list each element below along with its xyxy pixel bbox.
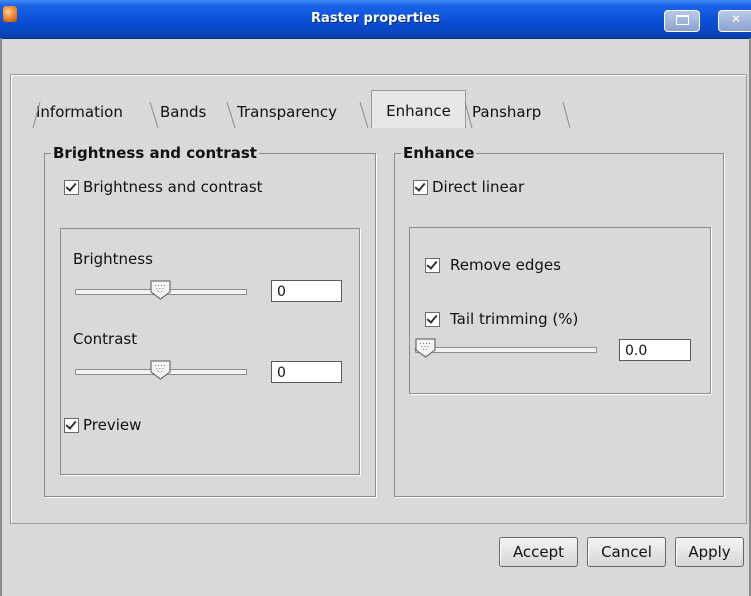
slider-thumb-icon[interactable] <box>150 280 171 300</box>
accept-button[interactable]: Accept <box>499 537 578 567</box>
checkbox-label: Tail trimming (%) <box>450 310 579 328</box>
checkbox-checked-icon <box>64 179 79 195</box>
close-icon: ✕ <box>730 12 742 26</box>
title-bar[interactable]: Raster properties ✕ <box>0 0 751 39</box>
contrast-slider[interactable] <box>75 360 247 381</box>
brightness-slider[interactable] <box>75 280 247 301</box>
contrast-label: Contrast <box>73 330 138 348</box>
checkbox-checked-icon <box>64 417 79 433</box>
minimize-button[interactable] <box>664 10 700 32</box>
tail-trimming-value-field[interactable]: 0.0 <box>619 339 691 361</box>
cancel-button[interactable]: Cancel <box>587 537 666 567</box>
checkbox-label: Preview <box>83 416 142 434</box>
tail-trimming-checkbox[interactable]: Tail trimming (%) <box>425 310 578 328</box>
window-title: Raster properties <box>311 11 440 26</box>
direct-linear-checkbox[interactable]: Direct linear <box>413 178 524 196</box>
checkbox-checked-icon <box>425 311 440 327</box>
slider-thumb-icon[interactable] <box>415 338 436 358</box>
group-title: Brightness and contrast <box>51 144 259 162</box>
group-title: Enhance <box>401 144 477 162</box>
checkbox-label: Brightness and contrast <box>83 178 263 196</box>
slider-thumb-icon[interactable] <box>150 360 171 380</box>
checkbox-label: Direct linear <box>432 178 525 196</box>
remove-edges-checkbox[interactable]: Remove edges <box>425 256 561 274</box>
brightness-contrast-checkbox[interactable]: Brightness and contrast <box>64 178 263 196</box>
close-button[interactable]: ✕ <box>718 10 751 32</box>
checkbox-checked-icon <box>413 179 428 195</box>
apply-button[interactable]: Apply <box>675 537 744 567</box>
brightness-value-field[interactable]: 0 <box>271 280 342 302</box>
checkbox-label: Remove edges <box>450 256 561 274</box>
tail-trimming-slider[interactable] <box>415 338 597 359</box>
preview-checkbox[interactable]: Preview <box>64 416 141 434</box>
checkbox-checked-icon <box>425 257 440 273</box>
contrast-value-field[interactable]: 0 <box>271 361 342 383</box>
brightness-label: Brightness <box>73 250 153 268</box>
tab-separators <box>32 101 571 129</box>
slider-track <box>415 347 597 353</box>
minimize-icon <box>676 15 689 25</box>
